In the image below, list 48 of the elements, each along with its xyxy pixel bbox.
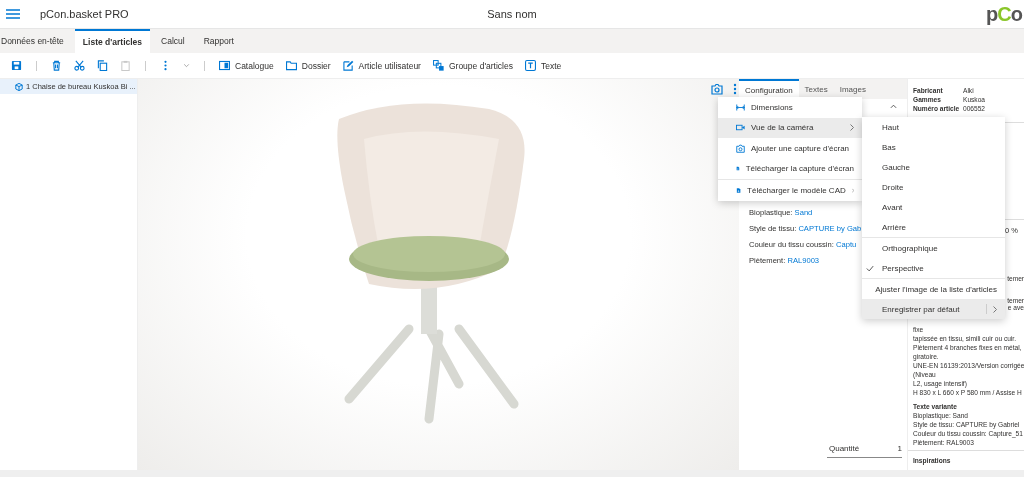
menu-item[interactable]: Dimensions	[718, 97, 862, 118]
camera-icon[interactable]	[711, 83, 723, 95]
toolbar-button[interactable]: Article utilisateur	[339, 60, 424, 71]
chevron-up-icon[interactable]	[890, 104, 897, 109]
menu-item[interactable]: Bas	[862, 137, 1005, 157]
menu-item[interactable]: Gauche	[862, 157, 1005, 177]
tab[interactable]: Données en-tête	[0, 29, 72, 53]
tab[interactable]: Calcul	[153, 29, 193, 53]
menu-item[interactable]: Télécharger le modèle CAD	[718, 180, 862, 201]
camera-icon	[736, 143, 745, 153]
app-name: pCon.basket PRO	[40, 8, 129, 20]
menu-item[interactable]: Avant	[862, 197, 1005, 217]
catalog-icon	[219, 60, 230, 71]
menu-item[interactable]: Ajouter une capture d'écran	[718, 138, 862, 159]
tab[interactable]: Rapport	[195, 29, 242, 53]
menu-item[interactable]: Enregistrer par défaut	[862, 299, 1005, 319]
logo: pCo	[986, 2, 1022, 27]
menu-item[interactable]: Droite	[862, 177, 1005, 197]
document-title: Sans nom	[487, 8, 537, 20]
toolbar-button[interactable]: Catalogue	[216, 60, 277, 71]
checkmark-icon	[866, 264, 874, 272]
menu-item[interactable]: Ajuster l'image de la liste d'articles	[862, 279, 1005, 299]
stacked-squares-icon	[432, 60, 444, 71]
menu-item[interactable]: Perspective	[862, 258, 1005, 278]
edit-icon	[342, 60, 354, 71]
cut-icon[interactable]	[71, 60, 88, 71]
video-camera-icon	[736, 123, 745, 133]
toolbar-button[interactable]: Dossier	[282, 60, 334, 71]
menu-item[interactable]: Haut	[862, 117, 1005, 137]
folder-icon	[285, 60, 297, 71]
menu-item[interactable]: Vue de la caméra	[718, 117, 862, 138]
menu-item[interactable]: Télécharger la capture d'écran	[718, 158, 862, 179]
tab[interactable]: Textes	[798, 79, 834, 99]
chevron-right-icon	[993, 305, 997, 313]
menu-item[interactable]: Orthographique	[862, 238, 1005, 258]
tab[interactable]: Images	[833, 79, 872, 99]
menu-icon[interactable]	[6, 9, 20, 19]
tab[interactable]: Liste d'articles	[74, 29, 151, 53]
toolbar-button[interactable]: Groupe d'articles	[429, 60, 516, 71]
menu-item[interactable]: Arrière	[862, 217, 1005, 237]
cube-icon	[15, 82, 23, 91]
toolbar-button[interactable]: Texte	[521, 60, 565, 71]
quantity-field[interactable]: Quantité 1	[827, 440, 902, 458]
dimensions-icon	[736, 102, 745, 112]
more-icon[interactable]	[733, 83, 737, 95]
chevron-right-icon	[850, 124, 854, 132]
text-icon	[524, 60, 536, 71]
tab[interactable]: Configuration	[739, 79, 799, 99]
